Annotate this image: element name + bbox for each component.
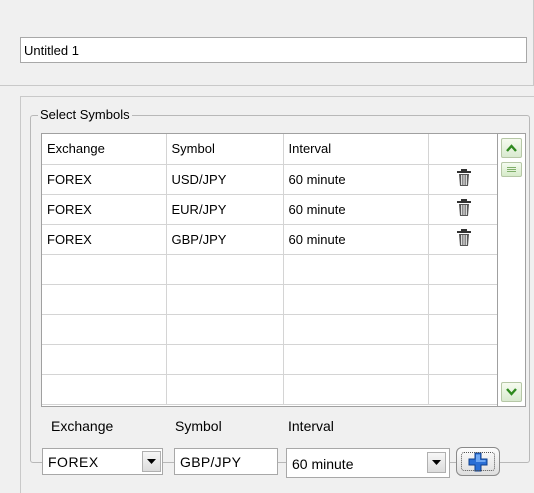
cell-symbol: USD/JPY <box>166 164 284 195</box>
exchange-select-value: FOREX <box>48 454 99 470</box>
group-title: Select Symbols <box>38 107 132 123</box>
column-header-symbol[interactable]: Symbol <box>166 134 284 165</box>
delete-cell <box>428 164 497 195</box>
table-row[interactable]: FOREX USD/JPY 60 minute <box>42 164 497 195</box>
cell-interval: 60 minute <box>283 224 429 255</box>
focus-ring <box>461 452 495 471</box>
empty-row <box>42 374 497 405</box>
empty-row <box>42 254 497 285</box>
cell-symbol: EUR/JPY <box>166 194 284 225</box>
symbol-input[interactable] <box>174 448 278 475</box>
symbol-label: Symbol <box>175 418 222 434</box>
trash-icon[interactable] <box>456 228 472 250</box>
exchange-dropdown-button[interactable] <box>142 451 161 472</box>
cell-symbol: GBP/JPY <box>166 224 284 255</box>
dropdown-arrow-icon <box>432 460 441 465</box>
dropdown-arrow-icon <box>147 459 156 464</box>
table-row[interactable]: FOREX GBP/JPY 60 minute <box>42 224 497 255</box>
chevron-up-icon <box>506 144 517 152</box>
table-scrollbar[interactable] <box>498 133 526 407</box>
scroll-down-button[interactable] <box>501 382 522 402</box>
strategy-name-input[interactable] <box>20 37 527 63</box>
cell-exchange: FOREX <box>42 224 167 255</box>
chevron-down-icon <box>506 388 517 396</box>
delete-cell <box>428 224 497 255</box>
table-header-row: Exchange Symbol Interval <box>42 134 497 165</box>
interval-select[interactable]: 60 minute <box>286 448 450 478</box>
exchange-select[interactable]: FOREX <box>42 448 163 475</box>
trash-icon[interactable] <box>456 168 472 190</box>
column-header-exchange[interactable]: Exchange <box>42 134 167 165</box>
empty-row <box>42 314 497 345</box>
cell-exchange: FOREX <box>42 164 167 195</box>
column-header-interval[interactable]: Interval <box>283 134 429 165</box>
interval-dropdown-button[interactable] <box>427 452 446 473</box>
cell-interval: 60 minute <box>283 194 429 225</box>
cell-exchange: FOREX <box>42 194 167 225</box>
add-symbol-button[interactable] <box>456 447 500 476</box>
trash-icon[interactable] <box>456 198 472 220</box>
empty-row <box>42 284 497 315</box>
symbols-table: Exchange Symbol Interval FOREX USD/JPY 6… <box>41 133 498 407</box>
column-header-actions <box>428 134 497 165</box>
interval-select-value: 60 minute <box>292 456 354 472</box>
empty-row <box>42 344 497 375</box>
grip-icon <box>507 167 516 172</box>
delete-cell <box>428 194 497 225</box>
scroll-up-button[interactable] <box>501 138 522 158</box>
scroll-thumb[interactable] <box>501 162 522 177</box>
exchange-label: Exchange <box>51 418 114 434</box>
interval-label: Interval <box>288 418 334 434</box>
cell-interval: 60 minute <box>283 164 429 195</box>
table-row[interactable]: FOREX EUR/JPY 60 minute <box>42 194 497 225</box>
